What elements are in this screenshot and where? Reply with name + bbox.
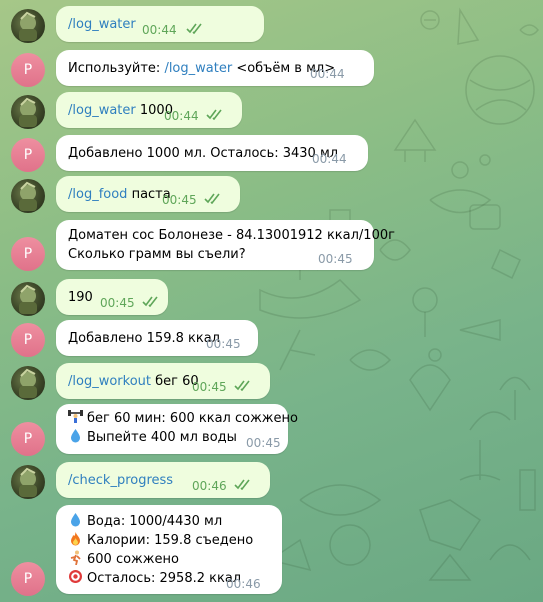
incoming-message[interactable]: Вода: 1000/4430 мл Калории: 159.8 съеден… xyxy=(56,505,282,594)
outgoing-message[interactable]: /log_workout бег 60 00:45 xyxy=(56,363,270,399)
user-avatar[interactable] xyxy=(11,179,45,213)
command-link[interactable]: /log_water xyxy=(68,103,136,118)
user-avatar-image xyxy=(19,368,37,398)
user-avatar[interactable] xyxy=(11,282,45,316)
message-time: 00:46 xyxy=(192,479,227,493)
message-text: Выпейте 400 мл воды xyxy=(87,430,237,445)
outgoing-message[interactable]: 190 00:45 xyxy=(56,279,168,315)
message-time: 00:44 xyxy=(142,23,177,37)
message-time: 00:45 xyxy=(206,337,241,351)
command-link[interactable]: /log_water xyxy=(68,17,136,32)
outgoing-message[interactable]: /check_progress 00:46 xyxy=(56,462,270,498)
message-text: 600 сожжено xyxy=(87,552,179,567)
fire-emoji-icon xyxy=(71,532,80,546)
read-checkmarks-icon xyxy=(142,296,158,307)
user-avatar[interactable] xyxy=(11,366,45,400)
message-text: Вода: 1000/4430 мл xyxy=(87,514,223,529)
bot-avatar[interactable]: P xyxy=(11,53,45,87)
incoming-message[interactable]: Добавлено 1000 мл. Осталось: 3430 мл 00:… xyxy=(56,135,368,171)
message-text: Сколько грамм вы съели? xyxy=(68,247,246,262)
user-avatar-image xyxy=(19,467,37,497)
message-text: Калории: 159.8 съедено xyxy=(87,533,254,548)
droplet-emoji-icon xyxy=(71,429,80,443)
message-text: Доматен сос Болонезе - 84.13001912 ккал/… xyxy=(68,228,395,243)
bot-avatar[interactable]: P xyxy=(11,323,45,357)
outgoing-message[interactable]: /log_water 00:44 xyxy=(56,6,264,42)
incoming-message[interactable]: Доматен сос Болонезе - 84.13001912 ккал/… xyxy=(56,220,395,270)
user-avatar-image xyxy=(19,11,37,41)
message-text: Добавлено 1000 мл. Осталось: 3430 мл xyxy=(68,146,339,161)
message-text: Добавлено 159.8 ккал xyxy=(68,331,220,346)
incoming-message[interactable]: бег 60 мин: 600 ккал сожжено Выпейте 400… xyxy=(56,404,298,454)
incoming-message[interactable]: Добавлено 159.8 ккал 00:45 xyxy=(56,320,258,356)
outgoing-message[interactable]: /log_food паста 00:45 xyxy=(56,176,240,212)
user-avatar-image xyxy=(19,284,37,314)
incoming-message[interactable]: Используйте: /log_water <объём в мл> 00:… xyxy=(56,50,374,86)
user-avatar[interactable] xyxy=(11,465,45,499)
weightlifter-emoji-icon xyxy=(68,410,83,423)
command-link[interactable]: /log_water xyxy=(164,61,232,76)
user-avatar-image xyxy=(19,181,37,211)
read-checkmarks-icon xyxy=(186,23,202,34)
message-time: 00:45 xyxy=(162,193,197,207)
message-time: 00:45 xyxy=(318,252,353,266)
message-text: Используйте: xyxy=(68,61,165,76)
read-checkmarks-icon xyxy=(234,479,250,490)
read-checkmarks-icon xyxy=(204,193,220,204)
message-time: 00:45 xyxy=(246,436,281,450)
user-avatar-image xyxy=(19,97,37,127)
user-avatar[interactable] xyxy=(11,9,45,43)
outgoing-message[interactable]: /log_water 1000 00:44 xyxy=(56,92,242,128)
bot-avatar[interactable]: P xyxy=(11,422,45,456)
message-time: 00:44 xyxy=(310,67,345,81)
command-link[interactable]: /log_workout xyxy=(68,374,151,389)
message-time: 00:44 xyxy=(164,109,199,123)
command-link[interactable]: /log_food xyxy=(68,187,127,202)
runner-emoji-icon xyxy=(70,550,81,565)
message-time: 00:45 xyxy=(100,296,135,310)
bot-avatar[interactable]: P xyxy=(11,562,45,596)
read-checkmarks-icon xyxy=(206,109,222,120)
command-link[interactable]: /check_progress xyxy=(68,473,173,488)
message-time: 00:46 xyxy=(226,577,261,591)
target-emoji-icon xyxy=(69,570,82,583)
bot-avatar[interactable]: P xyxy=(11,237,45,271)
message-text: Осталось: 2958.2 ккал xyxy=(87,571,242,586)
message-time: 00:45 xyxy=(192,380,227,394)
message-text: 190 xyxy=(68,290,93,305)
read-checkmarks-icon xyxy=(234,380,250,391)
message-text: бег 60 мин: 600 ккал сожжено xyxy=(87,411,298,426)
bot-avatar[interactable]: P xyxy=(11,138,45,172)
user-avatar[interactable] xyxy=(11,95,45,129)
droplet-emoji-icon xyxy=(71,513,80,527)
message-time: 00:44 xyxy=(312,152,347,166)
